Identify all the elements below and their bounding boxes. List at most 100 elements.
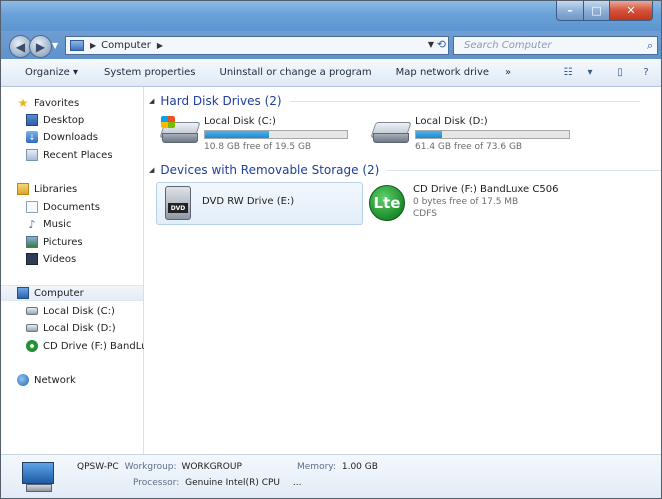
details-pane: QPSW-PC Workgroup: WORKGROUP Memory: 1.0… xyxy=(1,454,661,498)
windows-logo-icon xyxy=(161,116,175,128)
breadcrumb-computer[interactable]: Computer xyxy=(101,40,151,51)
address-bar[interactable]: ▶ Computer ▶ ▼ ⟲ xyxy=(65,36,449,55)
network-icon xyxy=(17,374,29,386)
sidebar-item-music[interactable]: ♪ Music xyxy=(26,216,71,232)
sidebar-item-desktop[interactable]: Desktop xyxy=(26,112,84,128)
drive-usage-fill xyxy=(205,131,269,138)
help-icon[interactable]: ? xyxy=(639,66,653,80)
dvd-logo: DVD xyxy=(168,203,188,213)
drive-dvd-rw[interactable]: DVD DVD RW Drive (E:) xyxy=(156,182,363,225)
command-bar: Organize ▾ System properties Uninstall o… xyxy=(1,59,661,87)
drive-cd-bandluxe[interactable]: CD Drive (F:) BandLuxe C506 0 bytes free… xyxy=(413,184,558,219)
drive-usage-bar xyxy=(204,130,348,139)
window-controls: – □ ✕ xyxy=(556,1,653,21)
videos-icon xyxy=(26,253,38,265)
minimize-button[interactable]: – xyxy=(556,1,584,21)
star-icon: ★ xyxy=(17,96,29,110)
computer-name: QPSW-PC xyxy=(77,462,119,472)
preview-pane-icon[interactable]: ▯ xyxy=(613,66,627,80)
sidebar-item-label: Pictures xyxy=(43,236,83,248)
explorer-window: – □ ✕ ◀ ▶ ▼ ▶ Computer ▶ ▼ ⟲ Search Comp… xyxy=(0,0,662,499)
drive-local-disk-c[interactable]: Local Disk (C:) 10.8 GB free of 19.5 GB xyxy=(159,116,354,154)
view-dropdown-icon[interactable]: ▾ xyxy=(583,66,597,80)
content-pane: ◢ Hard Disk Drives (2) Local Disk (C:) 1… xyxy=(144,87,661,454)
details-computer-line: QPSW-PC Workgroup: WORKGROUP xyxy=(77,462,242,472)
drive-usage-bar xyxy=(415,130,570,139)
sidebar-item-label: CD Drive (F:) BandLu xyxy=(43,340,148,352)
search-input[interactable]: Search Computer xyxy=(464,40,551,51)
windows-drive-icon xyxy=(159,116,201,148)
details-processor-line: Processor: Genuine Intel(R) CPU ... xyxy=(133,478,301,488)
view-controls: ☷ ▾ ▯ ? xyxy=(561,59,661,86)
collapse-triangle-icon[interactable]: ◢ xyxy=(149,166,154,174)
title-bar[interactable]: – □ ✕ xyxy=(1,1,661,31)
collapse-triangle-icon[interactable]: ◢ xyxy=(149,97,154,105)
processor-value: Genuine Intel(R) CPU xyxy=(185,478,280,488)
breadcrumb-chevron-icon[interactable]: ▶ xyxy=(90,41,96,50)
drive-name: Local Disk (C:) xyxy=(204,116,276,127)
sidebar-item-label: Downloads xyxy=(43,131,98,143)
computer-icon xyxy=(20,460,56,494)
group-header-removable-storage[interactable]: ◢ Devices with Removable Storage (2) xyxy=(149,163,661,177)
sidebar-item-cd-drive[interactable]: CD Drive (F:) BandLu xyxy=(26,338,147,354)
drive-name: CD Drive (F:) BandLuxe C506 xyxy=(413,184,559,195)
map-network-drive-button[interactable]: Map network drive xyxy=(396,67,489,78)
more-commands-button[interactable]: » xyxy=(505,67,511,78)
processor-label: Processor: xyxy=(133,478,180,488)
sidebar-item-label: Libraries xyxy=(34,183,78,195)
drive-filesystem: CDFS xyxy=(413,209,437,219)
system-properties-button[interactable]: System properties xyxy=(104,67,196,78)
drive-local-disk-d[interactable]: Local Disk (D:) 61.4 GB free of 73.6 GB xyxy=(370,116,570,154)
sidebar-item-label: Network xyxy=(34,374,76,386)
sidebar-item-label: Local Disk (C:) xyxy=(43,305,115,317)
refresh-icon[interactable]: ⟲ xyxy=(437,38,446,51)
cd-drive-icon xyxy=(26,340,38,352)
group-header-hard-disk-drives[interactable]: ◢ Hard Disk Drives (2) xyxy=(149,94,640,108)
sidebar-item-label: Recent Places xyxy=(43,149,113,161)
forward-button[interactable]: ▶ xyxy=(29,35,52,58)
close-button[interactable]: ✕ xyxy=(610,1,653,21)
sidebar-item-computer[interactable]: Computer xyxy=(1,285,143,301)
sidebar-item-downloads[interactable]: ↓ Downloads xyxy=(26,129,98,145)
processor-more: ... xyxy=(292,478,302,488)
organize-menu[interactable]: Organize ▾ xyxy=(25,67,78,78)
drive-free-space: 0 bytes free of 17.5 MB xyxy=(413,197,519,207)
sidebar-item-label: Desktop xyxy=(43,114,85,126)
recent-places-icon xyxy=(26,149,38,161)
libraries-icon xyxy=(17,183,29,195)
sidebar-item-network[interactable]: Network xyxy=(17,372,76,388)
dvd-drive-icon: DVD xyxy=(165,186,191,220)
maximize-button[interactable]: □ xyxy=(584,1,610,21)
sidebar-item-local-disk-d[interactable]: Local Disk (D:) xyxy=(26,320,116,336)
sidebar-item-videos[interactable]: Videos xyxy=(26,251,76,267)
search-icon[interactable]: ⌕ xyxy=(647,39,653,53)
sidebar-item-documents[interactable]: Documents xyxy=(26,199,100,215)
change-view-icon[interactable]: ☷ xyxy=(561,66,575,80)
drive-free-space: 61.4 GB free of 73.6 GB xyxy=(415,142,523,152)
sidebar-item-label: Documents xyxy=(43,201,101,213)
sidebar-item-label: Local Disk (D:) xyxy=(43,322,116,334)
address-dropdown-icon[interactable]: ▼ xyxy=(428,40,434,49)
search-box[interactable]: Search Computer ⌕ xyxy=(453,36,658,55)
sidebar-item-label: Favorites xyxy=(34,97,80,109)
lte-modem-drive-icon[interactable]: Lte xyxy=(369,185,405,221)
breadcrumb-chevron-icon[interactable]: ▶ xyxy=(157,41,163,50)
downloads-icon: ↓ xyxy=(26,131,38,143)
uninstall-program-button[interactable]: Uninstall or change a program xyxy=(220,67,372,78)
memory-value: 1.00 GB xyxy=(341,462,378,472)
music-icon: ♪ xyxy=(28,217,36,231)
group-header-label: Devices with Removable Storage (2) xyxy=(160,163,380,177)
sidebar-item-libraries[interactable]: Libraries xyxy=(17,181,77,197)
details-memory-line: Memory: 1.00 GB xyxy=(297,462,378,472)
sidebar-item-recent-places[interactable]: Recent Places xyxy=(26,147,113,163)
recent-pages-dropdown[interactable]: ▼ xyxy=(52,41,58,50)
sidebar-item-local-disk-c[interactable]: Local Disk (C:) xyxy=(26,303,115,319)
navigation-pane: ★ Favorites Desktop ↓ Downloads Recent Pla… xyxy=(1,87,147,454)
drive-name: Local Disk (D:) xyxy=(415,116,488,127)
drive-name: DVD RW Drive (E:) xyxy=(202,196,295,207)
hard-drive-icon xyxy=(370,116,412,148)
pictures-icon xyxy=(26,236,38,248)
sidebar-item-pictures[interactable]: Pictures xyxy=(26,234,83,250)
sidebar-item-label: Videos xyxy=(43,253,77,265)
sidebar-item-favorites[interactable]: ★ Favorites xyxy=(17,95,80,111)
